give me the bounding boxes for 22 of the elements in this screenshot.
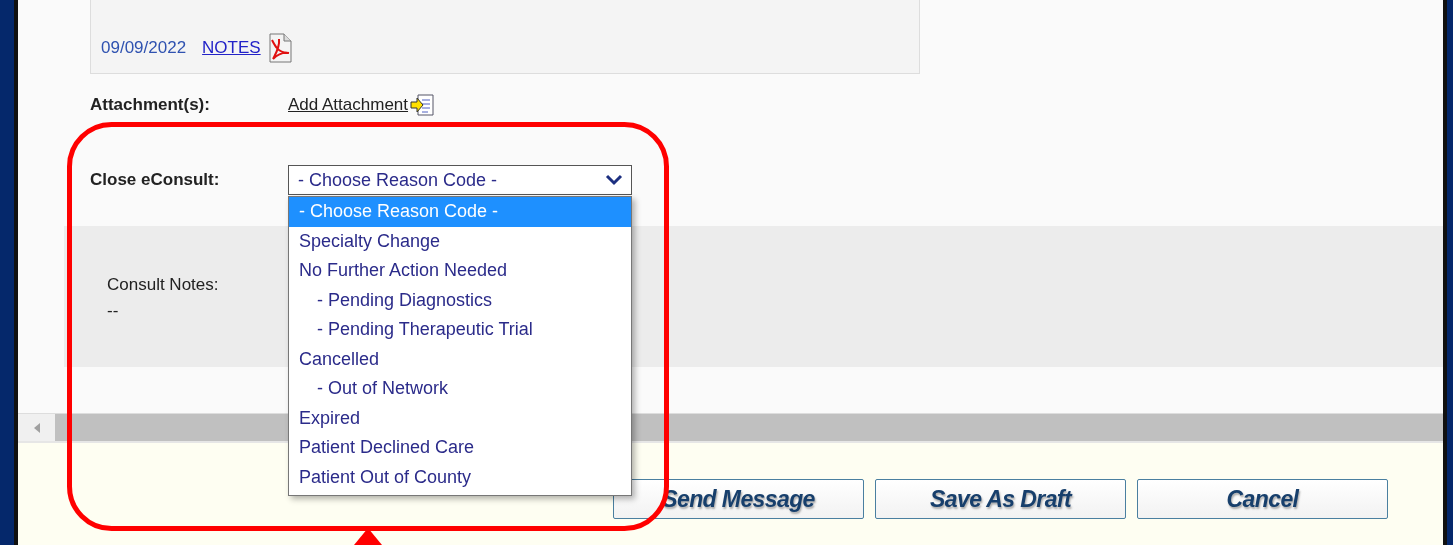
dropdown-option[interactable]: Cancelled	[289, 344, 631, 374]
dropdown-option[interactable]: - Out of Network	[289, 374, 631, 404]
action-button[interactable]: Cancel	[1137, 479, 1388, 519]
add-attachment-link[interactable]: Add Attachment	[288, 95, 409, 115]
add-attachment-icon	[410, 93, 437, 117]
close-econsult-label: Close eConsult:	[90, 170, 221, 190]
dropdown-option[interactable]: No Further Action Needed	[289, 256, 631, 286]
consult-notes-label: Consult Notes:	[107, 274, 219, 296]
reason-code-dropdown[interactable]: - Choose Reason Code -	[288, 165, 632, 195]
chevron-down-icon	[605, 174, 623, 186]
notes-link[interactable]: NOTES	[202, 37, 261, 58]
pdf-icon	[266, 32, 293, 63]
scroll-left-icon[interactable]	[32, 422, 41, 433]
dropdown-option[interactable]: - Pending Therapeutic Trial	[289, 315, 631, 345]
dropdown-option[interactable]: - Pending Diagnostics	[289, 285, 631, 315]
dropdown-option[interactable]: Specialty Change	[289, 226, 631, 256]
action-button[interactable]: Save As Draft	[875, 479, 1126, 519]
note-date: 09/09/2022	[101, 37, 187, 58]
attachments-label: Attachment(s):	[90, 95, 211, 115]
dropdown-option[interactable]: Patient Declined Care	[289, 433, 631, 463]
consult-notes-value: --	[107, 300, 119, 322]
dropdown-option[interactable]: Expired	[289, 403, 631, 433]
